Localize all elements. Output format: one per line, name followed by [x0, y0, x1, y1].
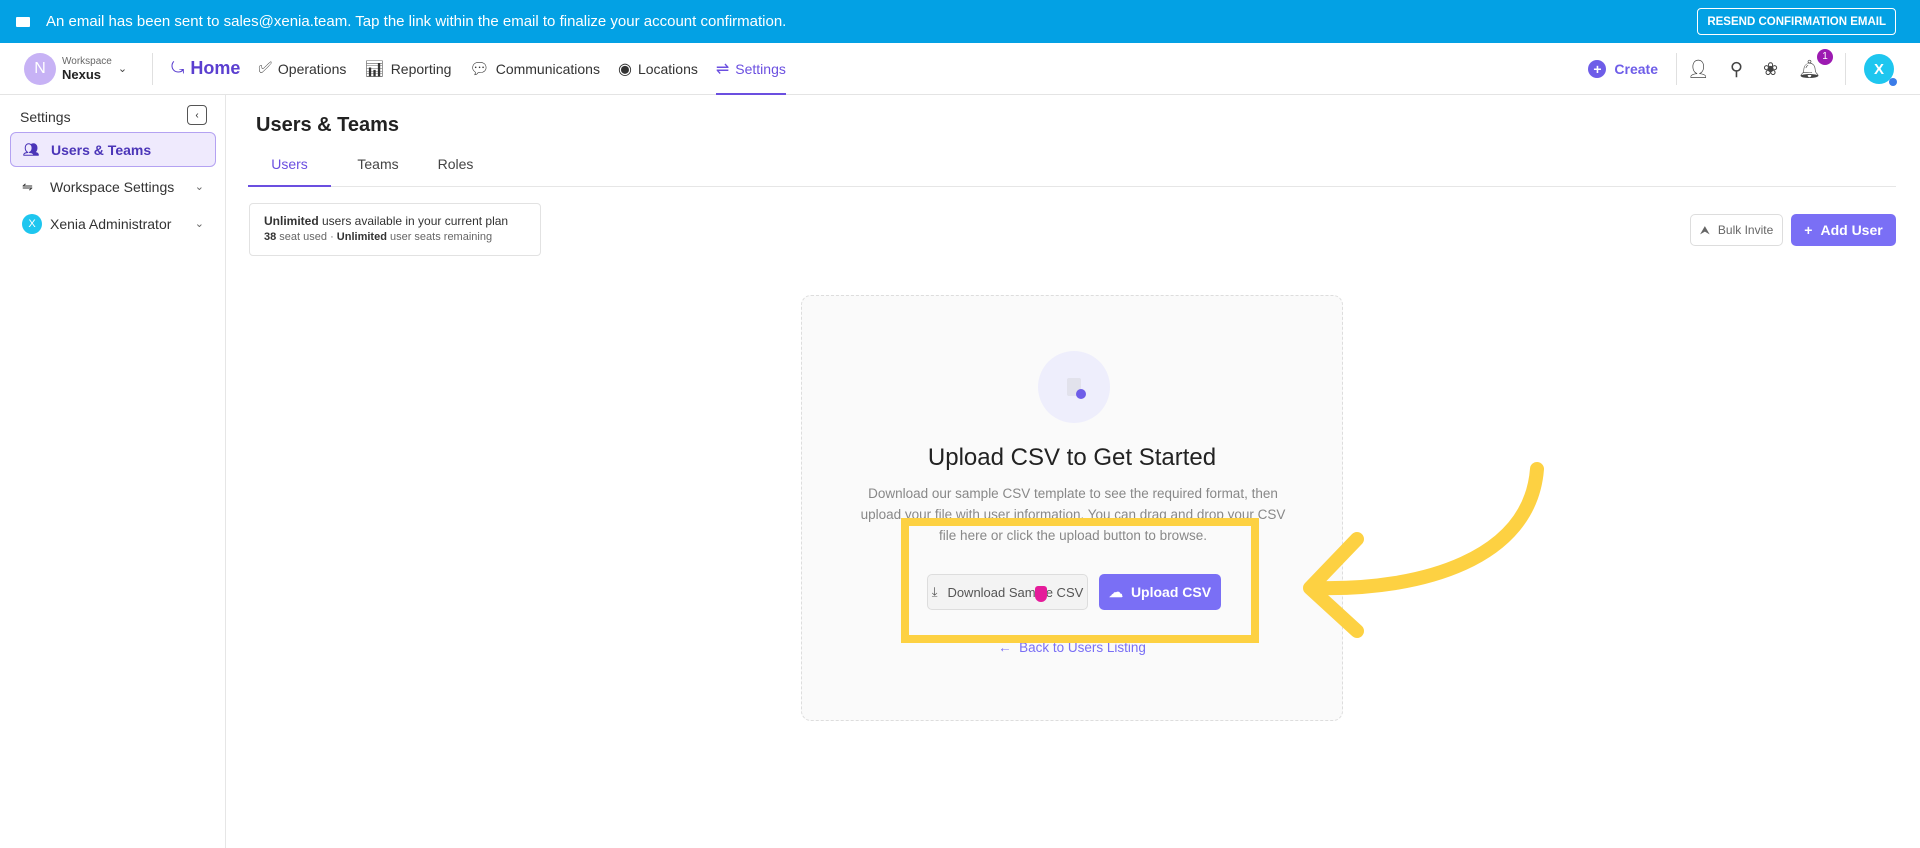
plus-icon: +: [1804, 222, 1813, 238]
file-upload-icon: [1038, 351, 1110, 423]
tab-roles[interactable]: Roles: [428, 156, 483, 187]
download-sample-csv-button[interactable]: ⤓ Download Sample CSV: [927, 574, 1088, 610]
nav-home[interactable]: ⤿ Home: [171, 43, 240, 95]
add-user-label: Add User: [1820, 222, 1883, 238]
chat-icon: 💬︎: [469, 60, 490, 78]
nav-reporting[interactable]: 📊︎ Reporting: [364, 43, 451, 95]
mail-icon: [16, 16, 30, 27]
workspace-label: Workspace: [62, 55, 112, 67]
upload-description: Download our sample CSV template to see …: [860, 486, 1286, 543]
create-label: Create: [1614, 61, 1658, 77]
plan-text: users available in your current plan: [318, 214, 509, 228]
tab-teams[interactable]: Teams: [348, 156, 408, 187]
arrow-left-icon: ←: [998, 640, 1020, 655]
sidebar-item-xenia-administrator[interactable]: X Xenia Administrator ⌄: [10, 206, 216, 241]
location-pin-icon: ◉: [617, 60, 632, 78]
banner-message: An email has been sent to sales@xenia.te…: [46, 13, 787, 30]
collapse-sidebar-icon[interactable]: ‹: [187, 105, 207, 125]
nav-label: Communications: [495, 60, 600, 77]
bell-icon[interactable]: 🔔︎ 1: [1798, 48, 1833, 80]
upload-label: Upload CSV: [1130, 584, 1212, 600]
seat-count: 38: [264, 231, 277, 243]
notification-badge: 1: [1817, 48, 1833, 65]
upload-heading: Upload CSV to Get Started: [927, 444, 1217, 471]
sliders-icon: ⇋: [22, 178, 33, 194]
plan-text: user seats remaining: [386, 231, 493, 243]
cloud-upload-icon: ☁: [1108, 583, 1123, 600]
top-nav: N Workspace Nexus ⌄ ⤿ Home ✅︎ Operations 📊︎…: [0, 43, 1920, 95]
sidebar-item-label: Xenia Administrator: [50, 215, 172, 232]
nav-locations[interactable]: ◉ Locations: [618, 43, 698, 95]
nav-communications[interactable]: 💬︎ Communications: [469, 43, 600, 95]
divider: [1845, 53, 1846, 85]
page-title: Users & Teams: [256, 114, 400, 136]
bulk-invite-label: Bulk Invite: [1717, 223, 1774, 237]
users-icon: 👥︎: [23, 141, 40, 157]
csv-upload-dropzone[interactable]: Upload CSV to Get Started Download our s…: [801, 295, 1343, 721]
chevron-down-icon: ⌄: [194, 181, 204, 193]
plan-info-box: Unlimited users available in your curren…: [249, 203, 541, 256]
pointer-cursor-icon: [1035, 586, 1047, 602]
sidebar-item-workspace-settings[interactable]: ⇋ Workspace Settings ⌄: [10, 169, 216, 204]
back-to-users-link[interactable]: ← Back to Users Listing: [802, 640, 1342, 655]
download-label: Download Sample CSV: [947, 584, 1084, 600]
upload-icon: ⮝: [1699, 222, 1710, 237]
nav-home-label: Home: [190, 58, 241, 78]
workspace-switcher[interactable]: N Workspace Nexus ⌄: [24, 52, 152, 85]
settings-sidebar: Settings ‹ 👥︎ Users & Teams ⇋ Workspace Se…: [0, 95, 226, 848]
upload-csv-button[interactable]: ☁ Upload CSV: [1099, 574, 1221, 610]
resend-confirmation-button[interactable]: RESEND CONFIRMATION EMAIL: [1697, 8, 1896, 35]
divider: [1676, 53, 1677, 85]
sidebar-item-label: Workspace Settings: [50, 178, 175, 195]
confirmation-banner: An email has been sent to sales@xenia.te…: [0, 0, 1920, 43]
nav-operations[interactable]: ✅︎ Operations: [258, 43, 346, 95]
workspace-name: Nexus: [62, 66, 102, 82]
nav-settings[interactable]: ⇌ Settings: [715, 43, 786, 95]
tab-users[interactable]: Users: [248, 156, 331, 187]
sidebar-item-users-teams[interactable]: 👥︎ Users & Teams: [10, 132, 216, 167]
nav-label: Locations: [637, 60, 698, 77]
tabs: Users Teams Roles: [248, 150, 1896, 187]
plan-bold: Unlimited: [264, 214, 319, 228]
add-user-button[interactable]: + Add User: [1791, 214, 1896, 246]
home-logo-icon: ⤿: [171, 59, 185, 77]
plan-bold: Unlimited: [336, 231, 387, 243]
check-circle-icon: ✅︎: [258, 59, 272, 77]
presentation-chart-icon: 📊︎: [364, 60, 385, 78]
plan-text: seat used ·: [276, 231, 337, 243]
nav-label: Operations: [277, 60, 347, 77]
sidebar-item-label: Users & Teams: [51, 141, 152, 158]
admin-avatar: X: [22, 213, 42, 234]
plus-icon: +: [1588, 60, 1607, 78]
telescope-icon[interactable]: ⚲: [1730, 59, 1743, 80]
divider: [152, 52, 153, 85]
sidebar-title: Settings: [20, 109, 71, 125]
settings-sliders-icon: ⇌: [715, 60, 730, 78]
back-label: Back to Users Listing: [1019, 640, 1146, 655]
download-icon: ⤓: [931, 584, 938, 599]
nav-label: Settings: [735, 60, 786, 77]
invite-user-icon[interactable]: 👤︎: [1687, 59, 1710, 80]
chevron-down-icon: ⌄: [194, 218, 204, 230]
puzzle-icon[interactable]: ❀: [1763, 59, 1778, 80]
workspace-avatar: N: [24, 52, 56, 85]
bulk-invite-button[interactable]: ⮝ Bulk Invite: [1690, 214, 1783, 246]
user-avatar[interactable]: X: [1864, 54, 1897, 86]
nav-label: Reporting: [390, 60, 452, 77]
create-button[interactable]: + Create: [1588, 60, 1658, 78]
chevron-down-icon: ⌄: [117, 63, 128, 75]
